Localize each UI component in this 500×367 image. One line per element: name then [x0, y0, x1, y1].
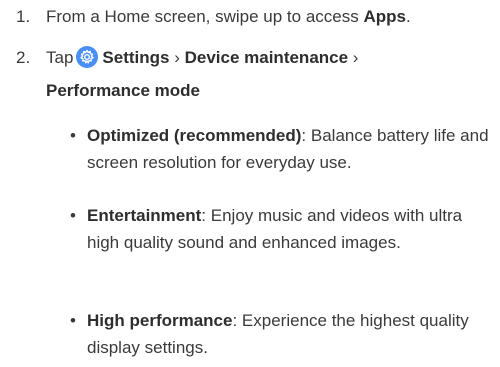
bullet-icon: • [70, 126, 76, 145]
instructions-document: 1. From a Home screen, swipe up to acces… [0, 0, 500, 367]
option-high-performance-name: High performance [87, 311, 233, 330]
option-optimized-text: Optimized (recommended): Balance battery… [87, 122, 497, 176]
option-high-performance-text: High performance: Experience the highest… [87, 307, 497, 361]
step-2-number: 2. [16, 48, 31, 67]
step-2-tap-label: Tap [46, 48, 74, 67]
option-entertainment-text: Entertainment: Enjoy music and videos wi… [87, 202, 497, 256]
step-1-text-after: . [405, 7, 411, 26]
step-1-number: 1. [16, 7, 31, 26]
bullet-icon: • [70, 311, 76, 330]
step-1-apps-label: Apps [363, 7, 406, 26]
path-separator-1: › [169, 48, 185, 67]
settings-gear-icon [76, 46, 99, 68]
step-1-text: From a Home screen, swipe up to access A… [46, 0, 492, 33]
settings-path-item: Settings [102, 48, 170, 67]
step-2-text: Tap Settings › Device maintenance › Perfor… [46, 41, 492, 107]
performance-mode-path-item: Performance mode [46, 81, 200, 100]
path-separator-2: › [348, 48, 359, 67]
step-1-text-before: From a Home screen, swipe up to access [46, 7, 364, 26]
bullet-icon: • [70, 206, 76, 225]
option-optimized-name: Optimized (recommended) [87, 126, 302, 145]
device-maintenance-path-item: Device maintenance [184, 48, 349, 67]
option-entertainment-name: Entertainment [87, 206, 202, 225]
